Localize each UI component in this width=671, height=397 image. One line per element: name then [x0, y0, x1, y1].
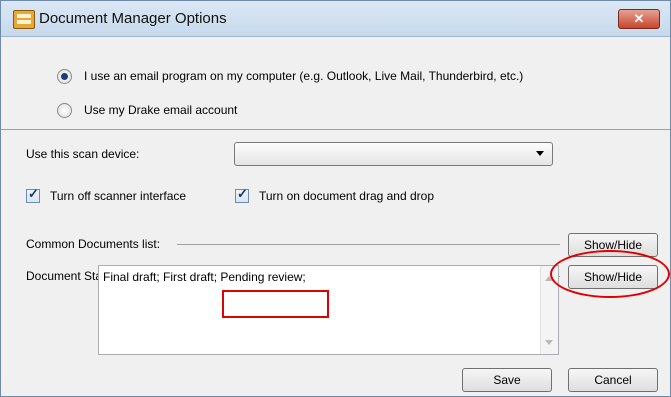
document-status-show-hide-button[interactable]: Show/Hide: [568, 265, 658, 289]
status-text-before: Final draft; First draft;: [103, 270, 221, 284]
radio-email-drake[interactable]: [57, 102, 72, 118]
email-option-computer-label: I use an email program on my computer (e…: [84, 69, 524, 83]
cancel-button[interactable]: Cancel: [568, 368, 658, 392]
checkbox-scanner-interface[interactable]: ✓: [26, 186, 40, 203]
checkmark-icon: ✓: [28, 186, 39, 201]
textarea-scrollbar[interactable]: [540, 266, 558, 354]
dialog-title: Document Manager Options: [39, 10, 227, 27]
scroll-down-icon[interactable]: [545, 340, 553, 345]
common-documents-show-hide-button[interactable]: Show/Hide: [568, 233, 658, 257]
checkbox-drag-drop-label: Turn on document drag and drop: [259, 189, 435, 203]
scan-device-dropdown[interactable]: [234, 142, 553, 166]
close-icon: ✕: [633, 11, 645, 26]
scroll-up-icon[interactable]: [545, 276, 553, 281]
email-option-drake[interactable]: Use my Drake email account: [57, 101, 237, 119]
chevron-down-icon: [536, 151, 544, 156]
checkbox-scanner-interface-row[interactable]: ✓ Turn off scanner interface: [26, 186, 187, 204]
checkbox-drag-drop[interactable]: ✓: [235, 186, 249, 203]
document-status-textarea[interactable]: Final draft; First draft; Pending review…: [98, 265, 559, 355]
options-dialog: Document Manager Options ✕ I use an emai…: [0, 0, 671, 397]
save-button[interactable]: Save: [462, 368, 552, 392]
common-documents-label: Common Documents list:: [26, 237, 161, 251]
title-bar: Document Manager Options ✕: [1, 1, 670, 37]
status-text-highlight: Pending review;: [220, 270, 306, 284]
email-option-computer[interactable]: I use an email program on my computer (e…: [57, 67, 523, 85]
scan-device-label: Use this scan device:: [26, 147, 140, 161]
checkbox-drag-drop-row[interactable]: ✓ Turn on document drag and drop: [235, 186, 435, 204]
radio-email-computer[interactable]: [57, 68, 72, 84]
close-button[interactable]: ✕: [618, 9, 660, 29]
email-options-group: I use an email program on my computer (e…: [1, 37, 670, 130]
document-manager-icon: [13, 10, 35, 29]
common-documents-divider: [177, 244, 560, 245]
email-option-drake-label: Use my Drake email account: [84, 103, 238, 117]
checkmark-icon: ✓: [237, 186, 248, 201]
checkbox-scanner-interface-label: Turn off scanner interface: [50, 189, 187, 203]
document-status-text: Final draft; First draft; Pending review…: [103, 270, 306, 284]
